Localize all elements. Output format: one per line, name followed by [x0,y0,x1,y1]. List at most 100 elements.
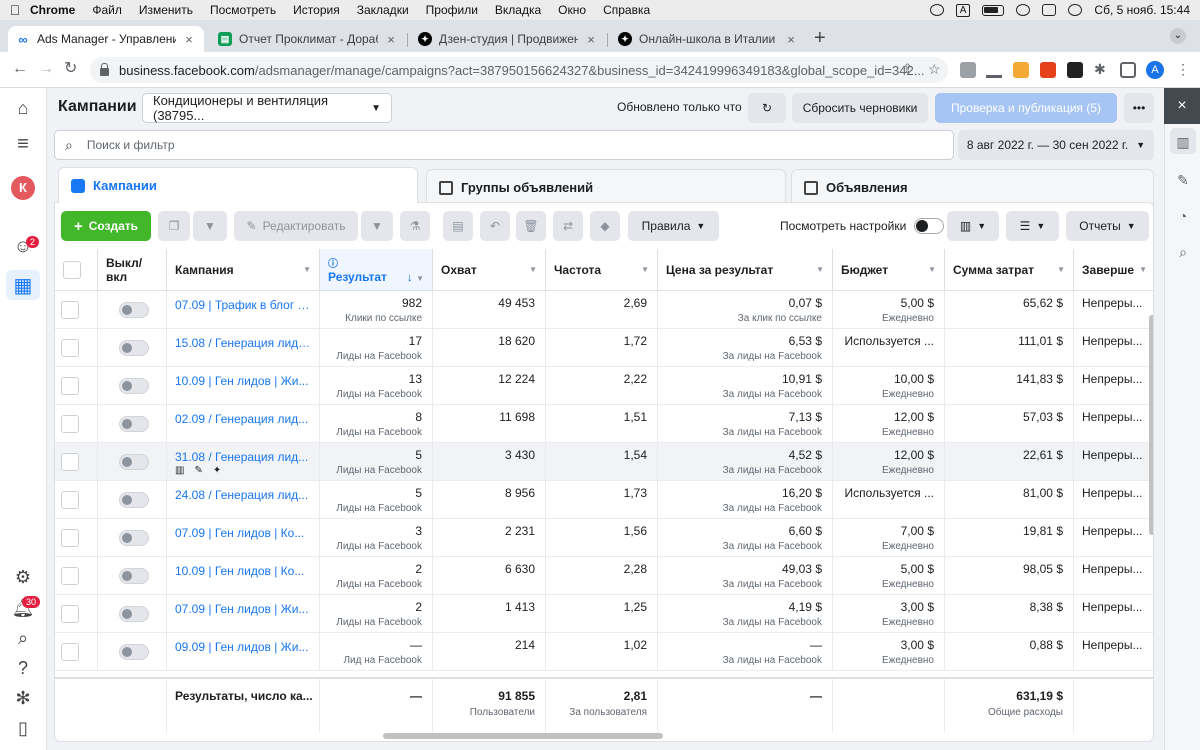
horizontal-scrollbar[interactable] [383,733,663,739]
vertical-scrollbar[interactable] [1149,315,1153,535]
edit-dropdown[interactable]: ▼ [361,211,393,241]
tab-ads[interactable]: Объявления [791,169,1154,205]
campaign-name-link[interactable]: 07.09 | Трафик в блог -... [175,298,311,312]
reload-icon[interactable]: ↻ [64,61,77,77]
column-header-result[interactable]: ⓘ Результат ↓ ▼ [320,249,433,291]
inspect-search-icon[interactable]: ⌕ [1175,244,1191,260]
create-button[interactable]: + Создать [61,211,151,241]
menu-edit[interactable]: Изменить [139,3,193,17]
edit-button[interactable]: ✎ Редактировать [234,211,358,241]
extensions-puzzle-icon[interactable]: ✱ [1094,61,1106,77]
close-panel-icon[interactable]: × [1164,88,1200,124]
undo-button[interactable]: ↶ [480,211,510,241]
close-icon[interactable]: × [384,32,398,47]
menu-profiles[interactable]: Профили [426,3,478,17]
tab-adsets[interactable]: Группы объявлений [426,169,786,205]
browser-tab-ads-manager[interactable]: ∞ Ads Manager - Управление ре × [8,26,204,52]
campaign-toggle[interactable] [119,378,149,394]
view-settings-toggle[interactable]: Посмотреть настройки [780,211,945,241]
column-header-frequency[interactable]: Частота ▼ [546,249,658,291]
pencil-icon[interactable]: ✎ [1175,172,1191,188]
campaign-name-link[interactable]: 09.09 | Ген лидов | Жи... [175,640,311,654]
documentation-icon[interactable]: ▯ [11,716,35,740]
telegram-icon[interactable] [929,4,944,16]
close-icon[interactable]: × [182,32,196,47]
browser-tab-dzen-studio[interactable]: ✦ Дзен-студия | Продвижения с × [410,26,606,52]
breakdown-button[interactable]: ☰ ▼ [1006,211,1059,241]
tab-campaigns[interactable]: Кампании [58,167,418,203]
review-publish-button[interactable]: Проверка и публикация (5) [935,93,1117,123]
home-icon[interactable]: ⌂ [11,96,35,120]
bug-report-icon[interactable]: ✻ [11,686,35,710]
edit-pencil-icon[interactable]: ✎ [194,465,212,476]
extension-stats-icon[interactable] [986,62,1002,78]
campaign-toggle[interactable] [119,340,149,356]
chart-icon[interactable]: ▥ [1175,134,1191,150]
row-checkbox[interactable] [61,415,79,433]
row-checkbox[interactable] [61,339,79,357]
tab-search-chevron-icon[interactable]: ⌄ [1170,28,1186,44]
table-row[interactable]: 15.08 / Генерация лидо... 17 Лиды на Face… [55,329,1153,367]
settings-gear-icon[interactable]: ⚙ [11,565,35,589]
refresh-button[interactable]: ↻ [748,93,786,123]
table-row[interactable]: 07.09 | Ген лидов | Жи... 2 Лиды на Faceb… [55,595,1153,633]
table-row[interactable]: 07.09 | Трафик в блог -... 982 Клики по с… [55,291,1153,329]
campaign-toggle[interactable] [119,606,149,622]
account-avatar[interactable]: К [11,176,35,200]
row-checkbox[interactable] [61,605,79,623]
export-button[interactable]: ⇄ [553,211,583,241]
ab-test-button[interactable]: ⚗ [400,211,430,241]
column-header-budget[interactable]: Бюджет ▼ [833,249,945,291]
menu-clock[interactable]: Сб, 5 нояб. 15:44 [1094,3,1190,17]
table-row[interactable]: 24.08 / Генерация лид... 5 Лиды на Facebo… [55,481,1153,519]
ads-manager-table-icon[interactable]: ▦ [11,273,35,297]
clipboard-button[interactable]: ▤ [443,211,473,241]
column-header-campaign[interactable]: Кампания ▼ [167,249,320,291]
tag-button[interactable]: ◆ [590,211,620,241]
campaign-toggle[interactable] [119,644,149,660]
campaign-name-link[interactable]: 24.08 / Генерация лид... [175,488,311,502]
close-icon[interactable]: × [584,32,598,47]
table-row[interactable]: 02.09 / Генерация лид... 8 Лиды на Facebo… [55,405,1153,443]
campaign-name-link[interactable]: 07.09 | Ген лидов | Жи... [175,602,311,616]
menu-bookmarks[interactable]: Закладки [357,3,409,17]
search-filter-input[interactable]: ⌕ Поиск и фильтр [54,130,954,160]
close-icon[interactable]: × [784,32,798,47]
table-row[interactable]: 10.09 | Ген лидов | Жи... 13 Лиды на Face… [55,367,1153,405]
duplicate-dropdown[interactable]: ▼ [193,211,227,241]
menu-app[interactable]: Chrome [30,3,75,17]
extension-devtools-icon[interactable] [960,62,976,78]
view-charts-icon[interactable]: ▥ [175,465,194,476]
discard-drafts-button[interactable]: Сбросить черновики [792,93,928,123]
forward-arrow-icon[interactable]: → [38,61,54,77]
campaign-name-link[interactable]: 15.08 / Генерация лидо... [175,336,311,350]
lock-icon[interactable] [100,63,109,76]
campaign-toggle[interactable] [119,302,149,318]
menu-hamburger-icon[interactable]: ≡ [11,132,35,156]
menu-history[interactable]: История [293,3,340,17]
menu-help[interactable]: Справка [603,3,650,17]
extension-web-icon[interactable] [1040,62,1056,78]
extension-terminal-icon[interactable] [1067,62,1083,78]
row-checkbox[interactable] [61,567,79,585]
select-all-checkbox[interactable] [63,260,81,279]
rules-button[interactable]: Правила ▼ [628,211,719,241]
more-options-button[interactable]: ••• [1124,93,1154,123]
browser-profile-avatar[interactable]: A [1146,61,1164,79]
row-checkbox[interactable] [61,377,79,395]
menu-tab[interactable]: Вкладка [495,3,541,17]
menu-file[interactable]: Файл [92,3,122,17]
date-range-picker[interactable]: 8 авг 2022 г. — 30 сен 2022 г. ▼ [958,130,1154,160]
campaign-toggle[interactable] [119,568,149,584]
table-row[interactable]: 10.09 | Ген лидов | Ко... 2 Лиды на Faceb… [55,557,1153,595]
column-header-cost-per-result[interactable]: Цена за результат ▼ [658,249,833,291]
apple-icon[interactable]:  [0,2,30,18]
campaign-name-link[interactable]: 10.09 | Ген лидов | Ко... [175,564,311,578]
battery-icon[interactable] [982,4,1005,16]
column-header-ends[interactable]: Заверше ▼ [1074,249,1153,291]
address-bar[interactable]: business.facebook.com/adsmanager/manage/… [90,57,948,83]
share-icon[interactable]: ⇪ [902,61,913,77]
extension-metamask-icon[interactable] [1013,62,1029,78]
row-checkbox[interactable] [61,301,79,319]
help-icon[interactable]: ? [11,656,35,680]
